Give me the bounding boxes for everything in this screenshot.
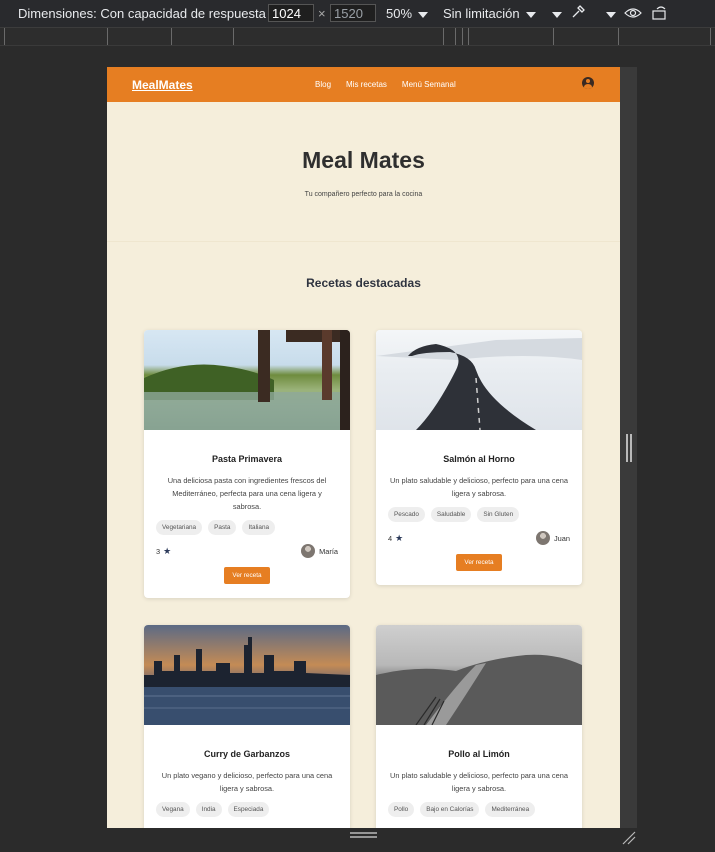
recipe-card: Pollo al Limón Un plato saludable y deli…: [376, 625, 582, 828]
tag: Bajo en Calorías: [420, 802, 480, 817]
recipe-description: Un plato saludable y delicioso, perfecto…: [390, 476, 568, 498]
tag: Pasta: [208, 520, 237, 535]
recipe-card: Curry de Garbanzos Un plato vegano y del…: [144, 625, 350, 828]
grip-icon: [350, 831, 636, 845]
hills-illustration: [376, 654, 582, 725]
chevron-down-icon: [525, 12, 536, 18]
breakpoint-bar[interactable]: [0, 28, 715, 46]
tag-list: Pescado Saludable Sin Gluten: [376, 507, 582, 522]
options-dropdown[interactable]: [600, 6, 616, 21]
tag: Pollo: [388, 802, 415, 817]
rating-count: 3: [156, 546, 161, 556]
avatar: [301, 544, 316, 558]
rating: 3 ★: [156, 546, 171, 557]
times-icon: ×: [318, 6, 326, 21]
tag-list: Vegetariana Pasta Italiana: [144, 520, 350, 535]
recipe-description: Un plato vegano y delicioso, perfecto pa…: [161, 771, 333, 793]
eye-icon[interactable]: [624, 6, 642, 23]
tag: India: [195, 802, 222, 817]
zoom-label: 50%: [386, 6, 413, 21]
user-icon[interactable]: [582, 77, 594, 89]
recipe-card: Salmón al Horno Un plato saludable y del…: [376, 330, 582, 585]
recipe-description: Un plato saludable y delicioso, perfecto…: [390, 771, 568, 793]
view-recipe-button[interactable]: Ver receta: [456, 554, 502, 571]
hero: Meal Mates Tu compañero perfecto para la…: [107, 102, 620, 242]
resize-handle-bottom[interactable]: [107, 828, 637, 846]
tag: Especiada: [227, 802, 270, 817]
view-recipe-button[interactable]: Ver receta: [224, 567, 270, 584]
dimensions-dropdown[interactable]: Dimensiones: Con capacidad de respuesta: [18, 6, 282, 21]
tag: Sin Gluten: [477, 507, 520, 522]
star-icon: ★: [163, 545, 172, 556]
tag: Italiana: [242, 520, 276, 535]
chevron-down-icon: [418, 12, 429, 18]
tag: Pescado: [388, 507, 425, 522]
resize-handle-right[interactable]: [626, 434, 632, 462]
author-name: Juan: [553, 533, 570, 543]
recipe-title: Curry de Garbanzos: [203, 749, 291, 759]
chevron-down-icon: [606, 12, 616, 18]
avatar: [535, 531, 550, 545]
eyedropper-icon[interactable]: [570, 4, 586, 23]
width-input[interactable]: [268, 4, 314, 22]
recipe-meta: 3 ★ María: [144, 544, 350, 558]
hero-title: Meal Mates: [302, 147, 425, 173]
recipe-image: [144, 330, 350, 430]
rotate-icon[interactable]: [651, 5, 669, 24]
dimensions-label: Dimensiones: Con capacidad de respuesta: [18, 6, 266, 21]
devtools-toolbar: Dimensiones: Con capacidad de respuesta …: [0, 0, 715, 28]
tag: Vegetariana: [156, 520, 203, 535]
recipe-title: Salmón al Horno: [443, 454, 515, 464]
road-illustration: [376, 338, 582, 430]
page-viewport: MealMates Blog Mis recetas Menú Semanal …: [107, 67, 620, 828]
zoom-dropdown[interactable]: 50%: [386, 6, 429, 21]
main-nav: Blog Mis recetas Menú Semanal: [315, 67, 456, 102]
recipe-meta: 4 ★ Juan: [376, 531, 582, 545]
recipe-image: [376, 625, 582, 725]
site-logo[interactable]: MealMates: [132, 78, 193, 92]
recipe-image: [376, 330, 582, 430]
tag-list: Pollo Bajo en Calorías Mediterránea: [376, 802, 582, 817]
throttle-label: Sin limitación: [443, 6, 520, 21]
chevron-down-icon: [552, 12, 562, 18]
recipe-title: Pasta Primavera: [211, 454, 283, 464]
author: Juan: [535, 531, 570, 545]
throttle-dropdown[interactable]: Sin limitación: [443, 6, 536, 21]
recipe-card: Pasta Primavera Una deliciosa pasta con …: [144, 330, 350, 598]
hero-subtitle: Tu compañero perfecto para la cocina: [304, 191, 423, 198]
nav-link-menu-semanal[interactable]: Menú Semanal: [402, 80, 456, 89]
nav-link-mis-recetas[interactable]: Mis recetas: [346, 80, 387, 89]
rating-count: 4: [388, 533, 393, 543]
tag-list: Vegana India Especiada: [144, 802, 350, 817]
nav-link-blog[interactable]: Blog: [315, 80, 331, 89]
height-input[interactable]: [330, 4, 376, 22]
more-dropdown[interactable]: [546, 6, 562, 21]
tag: Saludable: [430, 507, 472, 522]
recipe-description: Una deliciosa pasta con ingredientes fre…: [167, 476, 327, 511]
author: María: [301, 544, 338, 558]
author-name: María: [319, 546, 338, 556]
section-title: Recetas destacadas: [306, 276, 421, 290]
rating: 4 ★: [388, 533, 403, 544]
city-illustration: [144, 637, 350, 725]
tag: Mediterránea: [485, 802, 536, 817]
tag: Vegana: [156, 802, 190, 817]
lake-illustration: [144, 330, 350, 430]
site-header: MealMates Blog Mis recetas Menú Semanal: [107, 67, 620, 102]
star-icon: ★: [395, 532, 404, 543]
recipe-image: [144, 625, 350, 725]
recipe-title: Pollo al Limón: [448, 749, 510, 759]
